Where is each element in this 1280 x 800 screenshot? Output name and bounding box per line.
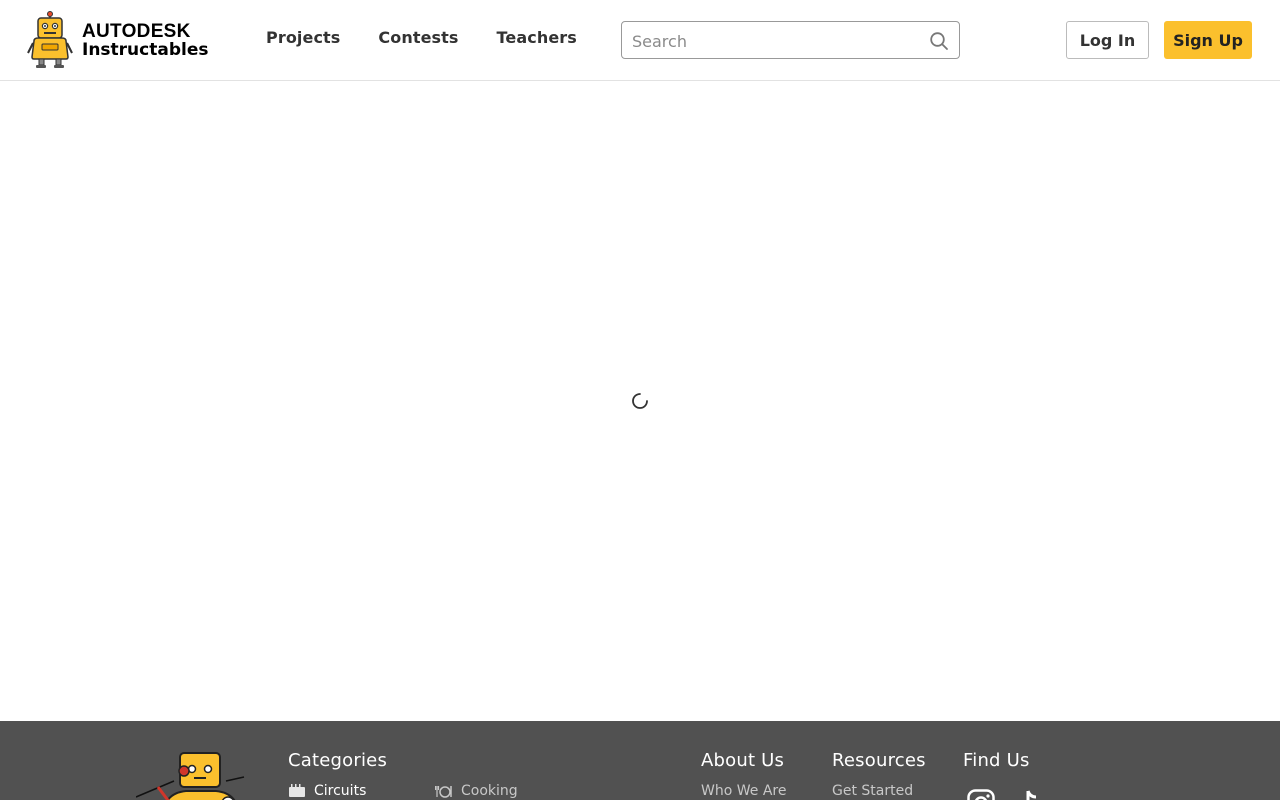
main-nav: Projects Contests Teachers xyxy=(266,28,615,47)
robot-mascot-icon xyxy=(27,11,73,68)
footer-about: About Us Who We Are xyxy=(701,750,786,799)
nav-projects[interactable]: Projects xyxy=(266,28,340,47)
footer-about-heading: About Us xyxy=(701,750,785,771)
footer-link-who-we-are[interactable]: Who We Are xyxy=(701,783,786,799)
tiktok-icon[interactable] xyxy=(1013,789,1041,800)
nav-teachers[interactable]: Teachers xyxy=(497,28,577,47)
search-icon[interactable] xyxy=(929,31,949,51)
footer-resources: Resources Get Started xyxy=(832,750,926,799)
footer-category-cooking[interactable]: Cooking xyxy=(435,783,518,799)
brand-name: AUTODESK xyxy=(82,20,191,42)
loading-spinner-icon xyxy=(632,393,648,409)
footer-find-us: Find Us xyxy=(963,750,1030,771)
social-links xyxy=(967,789,1059,800)
site-footer: Categories Circuits Cooking About Us Who… xyxy=(0,721,1280,800)
instructables-logo[interactable]: AUTODESK Instructables xyxy=(26,10,209,70)
footer-robot-mascot-icon xyxy=(136,752,245,800)
login-button[interactable]: Log In xyxy=(1066,21,1149,59)
footer-link-get-started[interactable]: Get Started xyxy=(832,783,926,799)
footer-categories: Categories Circuits Cooking xyxy=(288,750,518,799)
product-name: Instructables xyxy=(82,39,209,60)
search-box xyxy=(621,21,960,59)
instagram-icon[interactable] xyxy=(967,789,995,800)
footer-categories-heading: Categories xyxy=(288,750,388,771)
footer-category-circuits[interactable]: Circuits xyxy=(288,783,435,799)
cooking-icon xyxy=(435,786,452,798)
footer-resources-heading: Resources xyxy=(832,750,926,771)
nav-contests[interactable]: Contests xyxy=(378,28,458,47)
footer-find-us-heading: Find Us xyxy=(963,750,1030,771)
search-input[interactable] xyxy=(632,30,922,52)
circuits-icon xyxy=(289,784,305,797)
site-header: AUTODESK Instructables Projects Contests… xyxy=(0,0,1280,81)
signup-button[interactable]: Sign Up xyxy=(1164,21,1252,59)
